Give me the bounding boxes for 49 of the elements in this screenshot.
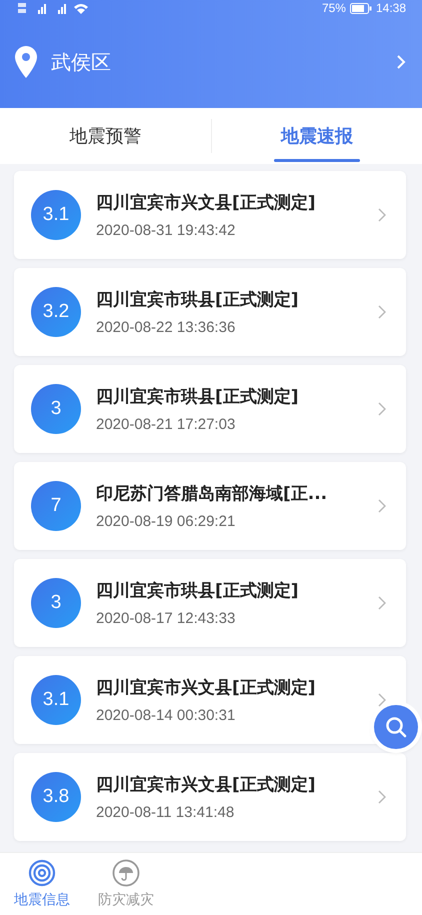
clock: 14:38 <box>376 1 406 15</box>
nav-tab[interactable]: 地震信息 <box>0 853 84 915</box>
quake-location: 四川宜宾市珙县[正式测定] <box>96 289 299 311</box>
chevron-right-icon[interactable] <box>396 54 406 70</box>
tab[interactable]: 地震速报 <box>212 108 422 164</box>
chevron-right-icon <box>378 596 386 610</box>
battery-icon <box>350 2 372 14</box>
search-button[interactable] <box>374 705 418 749</box>
quake-card[interactable]: 7 印尼苏门答腊岛南部海域[正... 2020-08-19 06:29:21 <box>14 462 406 550</box>
chevron-right-icon <box>378 208 386 222</box>
quake-location: 四川宜宾市兴文县[正式测定] <box>96 774 316 796</box>
quake-time: 2020-08-31 19:43:42 <box>96 222 236 239</box>
signal-icon <box>18 1 88 15</box>
magnitude-badge: 3 <box>31 384 81 434</box>
quake-time: 2020-08-21 17:27:03 <box>96 416 236 433</box>
search-icon <box>385 716 407 738</box>
location-pin-icon <box>15 46 37 78</box>
quake-location: 四川宜宾市珙县[正式测定] <box>96 386 299 408</box>
chevron-right-icon <box>378 499 386 513</box>
quake-location: 四川宜宾市珙县[正式测定] <box>96 580 299 602</box>
quake-location: 四川宜宾市兴文县[正式测定] <box>96 677 316 699</box>
magnitude-badge: 3.8 <box>31 772 81 822</box>
quake-card[interactable]: 3.1 四川宜宾市兴文县[正式测定] 2020-08-31 19:43:42 <box>14 171 406 259</box>
quake-card[interactable]: 3.1 四川宜宾市兴文县[正式测定] 2020-08-14 00:30:31 <box>14 656 406 744</box>
quake-time: 2020-08-14 00:30:31 <box>96 707 236 724</box>
quake-time: 2020-08-19 06:29:21 <box>96 513 236 530</box>
tab[interactable]: 地震预警 <box>0 108 210 164</box>
magnitude-badge: 3.2 <box>31 287 81 337</box>
quake-time: 2020-08-22 13:36:36 <box>96 319 236 336</box>
quake-time: 2020-08-17 12:43:33 <box>96 610 236 627</box>
quake-time: 2020-08-11 13:41:48 <box>96 804 234 821</box>
chevron-right-icon <box>378 693 386 707</box>
magnitude-badge: 3 <box>31 578 81 628</box>
umbrella-icon <box>112 859 140 887</box>
magnitude-badge: 7 <box>31 481 81 531</box>
magnitude-badge: 3.1 <box>31 675 81 725</box>
quake-card[interactable]: 3 四川宜宾市珙县[正式测定] 2020-08-21 17:27:03 <box>14 365 406 453</box>
chevron-right-icon <box>378 305 386 319</box>
quake-location: 印尼苏门答腊岛南部海域[正... <box>96 483 328 505</box>
chevron-right-icon <box>378 402 386 416</box>
location-name[interactable]: 武侯区 <box>51 48 382 76</box>
quake-location: 四川宜宾市兴文县[正式测定] <box>96 192 316 214</box>
radar-icon <box>28 859 56 887</box>
quake-card[interactable]: 3.2 四川宜宾市珙县[正式测定] 2020-08-22 13:36:36 <box>14 268 406 356</box>
chevron-right-icon <box>378 790 386 804</box>
battery-percent: 75% <box>322 1 346 15</box>
quake-card[interactable]: 3 四川宜宾市珙县[正式测定] 2020-08-17 12:43:33 <box>14 559 406 647</box>
magnitude-badge: 3.1 <box>31 190 81 240</box>
quake-card[interactable]: 3.8 四川宜宾市兴文县[正式测定] 2020-08-11 13:41:48 <box>14 753 406 841</box>
